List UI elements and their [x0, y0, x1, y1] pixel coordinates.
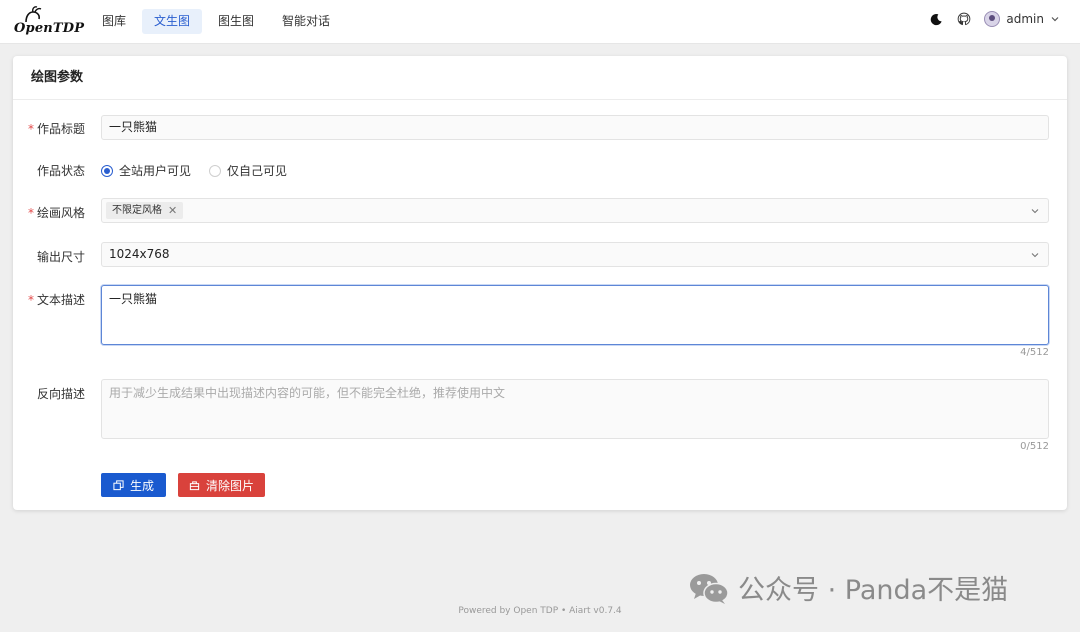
prompt-textarea[interactable]: 一只熊猫 [101, 285, 1049, 345]
title-label-text: 作品标题 [36, 122, 85, 136]
dark-mode-toggle[interactable] [928, 11, 944, 27]
drawing-params-card: 绘图参数 * 作品标题 一只熊猫 作品状态 全站用户可见 仅自己可见 * 绘画风格 … [13, 56, 1067, 510]
style-select[interactable]: 不限定风格 ✕ [101, 198, 1049, 223]
negative-char-counter: 0/512 [1020, 441, 1049, 452]
card-title: 绘图参数 [13, 56, 1067, 100]
copy-icon [113, 479, 124, 490]
user-menu[interactable]: admin [984, 11, 1060, 27]
radio-public[interactable]: 全站用户可见 [101, 162, 191, 179]
tag-close-icon[interactable]: ✕ [168, 202, 177, 219]
negative-placeholder: 用于减少生成结果中出现描述内容的可能，但不能完全杜绝，推荐使用中文 [109, 386, 506, 400]
negative-textarea[interactable]: 用于减少生成结果中出现描述内容的可能，但不能完全杜绝，推荐使用中文 [101, 379, 1049, 439]
size-label: 输出尺寸 [36, 250, 85, 264]
generate-button[interactable]: 生成 [101, 473, 166, 497]
required-mark: * [27, 293, 34, 307]
radio-public-label: 全站用户可见 [119, 164, 192, 178]
top-right-tools: admin [928, 11, 1060, 27]
form-row-style: * 绘画风格 不限定风格 ✕ [13, 198, 1067, 223]
form-row-prompt: * 文本描述 一只熊猫 4/512 [13, 285, 1067, 361]
status-radio-group: 全站用户可见 仅自己可见 [101, 162, 287, 179]
nav-item-chat[interactable]: 智能对话 [270, 9, 342, 34]
chevron-down-icon [1051, 17, 1059, 22]
generate-button-label: 生成 [129, 478, 154, 493]
prompt-label-text: 文本描述 [36, 293, 85, 307]
watermark-text: 公众号 · Panda不是猫 [738, 575, 1009, 606]
style-tag: 不限定风格 ✕ [106, 202, 184, 219]
size-select[interactable]: 1024x768 [101, 242, 1049, 267]
nav-item-image-to-image[interactable]: 图生图 [206, 9, 266, 34]
form-row-size: 输出尺寸 1024x768 [13, 242, 1067, 267]
radio-public-dot[interactable] [101, 164, 113, 177]
wechat-icon [690, 573, 729, 604]
negative-label: 反向描述 [36, 387, 85, 401]
radio-private-dot[interactable] [209, 164, 222, 177]
footer-powered-by: Powered by Open TDP • Aiart v0.7.4 [458, 606, 622, 616]
form-row-title: * 作品标题 一只熊猫 [13, 115, 1067, 140]
style-tag-label: 不限定风格 [112, 205, 162, 216]
radio-private-label: 仅自己可见 [227, 164, 288, 178]
form-row-status: 作品状态 全站用户可见 仅自己可见 [13, 160, 1067, 180]
clear-images-button[interactable]: 清除图片 [178, 473, 265, 497]
moon-icon [930, 13, 942, 25]
size-value: 1024x768 [109, 247, 170, 261]
radio-private[interactable]: 仅自己可见 [209, 162, 287, 179]
logo-text: OpenTDP [14, 21, 85, 36]
required-mark: * [27, 122, 34, 136]
style-label-text: 绘画风格 [36, 206, 85, 220]
clear-images-button-label: 清除图片 [205, 478, 254, 493]
username: admin [1006, 12, 1044, 26]
clear-icon [189, 480, 200, 490]
nav-item-gallery[interactable]: 图库 [90, 9, 138, 34]
chevron-down-icon [1031, 253, 1039, 258]
title-input[interactable]: 一只熊猫 [101, 115, 1049, 140]
form-row-negative: 反向描述 用于减少生成结果中出现描述内容的可能，但不能完全杜绝，推荐使用中文 0… [13, 379, 1067, 455]
required-mark: * [27, 206, 34, 220]
style-label: * 绘画风格 [13, 204, 85, 221]
github-icon [958, 12, 971, 26]
status-label: 作品状态 [36, 164, 85, 178]
title-label: * 作品标题 [13, 120, 85, 137]
github-link[interactable] [956, 11, 972, 27]
chevron-down-icon [1031, 209, 1039, 214]
nav-item-text-to-image[interactable]: 文生图 [142, 9, 203, 34]
prompt-char-counter: 4/512 [1020, 347, 1049, 358]
top-navbar: OpenTDP 图库 文生图 图生图 智能对话 admin [0, 0, 1080, 44]
opentdp-logo[interactable]: OpenTDP [12, 6, 84, 38]
main-nav: 图库 文生图 图生图 智能对话 [90, 9, 342, 34]
prompt-label: * 文本描述 [13, 291, 85, 308]
wechat-watermark: 公众号 · Panda不是猫 [688, 568, 1008, 607]
avatar [984, 11, 1001, 27]
